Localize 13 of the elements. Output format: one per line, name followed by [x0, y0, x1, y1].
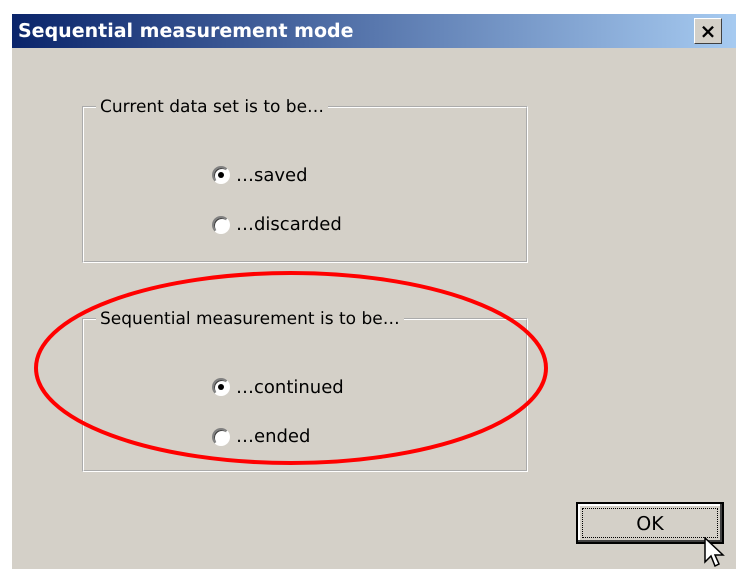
radio-button[interactable]: [212, 378, 230, 396]
radio-option[interactable]: …discarded: [212, 214, 526, 236]
group-label: Current data set is to be…: [99, 98, 326, 117]
radio-button[interactable]: [212, 428, 230, 446]
group-label: Sequential measurement is to be…: [99, 310, 401, 329]
radio-button[interactable]: [212, 166, 230, 184]
radio-option[interactable]: …continued: [212, 376, 526, 398]
close-button[interactable]: ×: [694, 18, 722, 44]
radio-option[interactable]: …ended: [212, 426, 526, 448]
ok-button[interactable]: OK: [576, 502, 724, 544]
radio-button[interactable]: [212, 216, 230, 234]
radio-option[interactable]: …saved: [212, 164, 526, 186]
window-title: Sequential measurement mode: [17, 18, 354, 44]
